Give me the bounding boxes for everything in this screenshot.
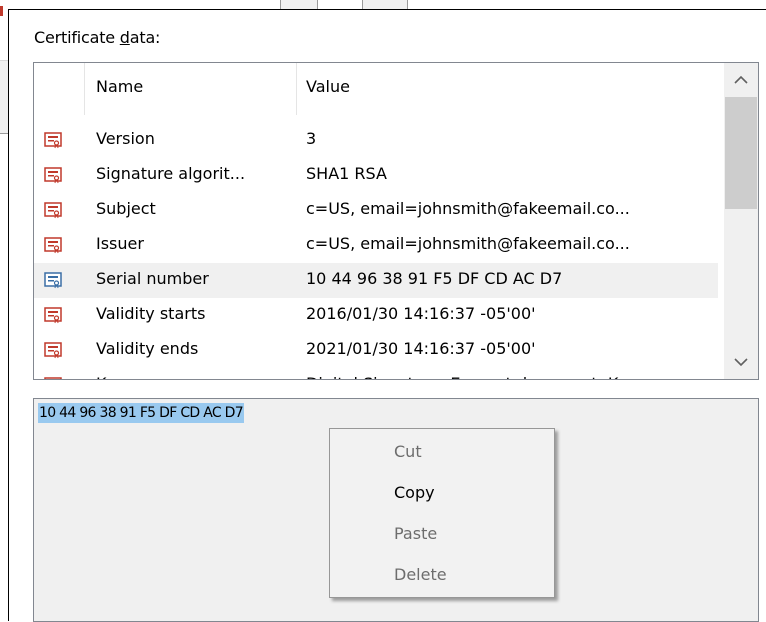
column-header-name[interactable]: Name <box>96 77 143 96</box>
list-row[interactable]: Signature algorit... SHA1 RSA <box>34 158 718 193</box>
field-value: 10 44 96 38 91 F5 DF CD AC D7 <box>306 269 563 288</box>
certificate-field-icon <box>44 341 62 359</box>
field-name: Version <box>96 129 155 148</box>
certificate-data-label: Certificate data: <box>34 28 161 47</box>
menu-item-delete[interactable]: Delete <box>394 565 447 584</box>
list-row[interactable]: Key usage Digital Signature, Encrypt docu… <box>34 368 718 379</box>
field-name: Serial number <box>96 269 209 288</box>
field-name: Issuer <box>96 234 144 253</box>
certificate-field-icon <box>44 131 62 149</box>
certificate-field-icon <box>44 376 62 379</box>
menu-item-cut[interactable]: Cut <box>394 442 422 461</box>
scroll-down-icon[interactable] <box>724 345 758 379</box>
field-value: 2021/01/30 14:16:37 -05'00' <box>306 339 536 358</box>
background-window-marker <box>0 6 3 16</box>
field-value: c=US, email=johnsmith@fakeemail.co... <box>306 234 630 253</box>
field-name: Signature algorit... <box>96 164 246 183</box>
certificate-field-icon <box>44 201 62 219</box>
background-window-panel <box>0 60 8 134</box>
field-value: 2016/01/30 14:16:37 -05'00' <box>306 304 536 323</box>
certificate-field-icon <box>44 166 62 184</box>
scroll-thumb[interactable] <box>725 97 757 209</box>
field-name: Validity ends <box>96 339 199 358</box>
certificate-field-icon <box>44 271 62 289</box>
selected-detail-text[interactable]: 10 44 96 38 91 F5 DF CD AC D7 <box>38 403 244 423</box>
menu-item-copy[interactable]: Copy <box>394 483 435 502</box>
scroll-up-icon[interactable] <box>724 63 758 97</box>
field-name: Subject <box>96 199 156 218</box>
context-menu: Cut Copy Paste Delete <box>329 428 555 598</box>
field-name: Validity starts <box>96 304 206 323</box>
column-header-value[interactable]: Value <box>306 77 350 96</box>
certificate-fields-list[interactable]: Name Value Version 3 Signature algorit... S… <box>33 62 759 380</box>
field-value: 3 <box>306 129 317 148</box>
list-row[interactable]: Subject c=US, email=johnsmith@fakeemail.c… <box>34 193 718 228</box>
field-value: SHA1 RSA <box>306 164 387 183</box>
list-row[interactable]: Validity ends 2021/01/30 14:16:37 -05'00' <box>34 333 718 368</box>
menu-item-paste[interactable]: Paste <box>394 524 437 543</box>
certificate-field-icon <box>44 306 62 324</box>
list-header: Name Value <box>34 63 718 115</box>
list-row[interactable]: Validity starts 2016/01/30 14:16:37 -05'0… <box>34 298 718 333</box>
list-row[interactable]: Issuer c=US, email=johnsmith@fakeemail.co… <box>34 228 718 263</box>
field-name: Key usage <box>96 374 178 379</box>
certificate-field-icon <box>44 236 62 254</box>
list-scrollbar[interactable] <box>724 63 758 379</box>
field-value: Digital Signature, Encrypt document, K <box>306 374 618 379</box>
field-value: c=US, email=johnsmith@fakeemail.co... <box>306 199 630 218</box>
list-row[interactable]: Serial number 10 44 96 38 91 F5 DF CD AC … <box>34 263 718 298</box>
list-row[interactable]: Version 3 <box>34 123 718 158</box>
